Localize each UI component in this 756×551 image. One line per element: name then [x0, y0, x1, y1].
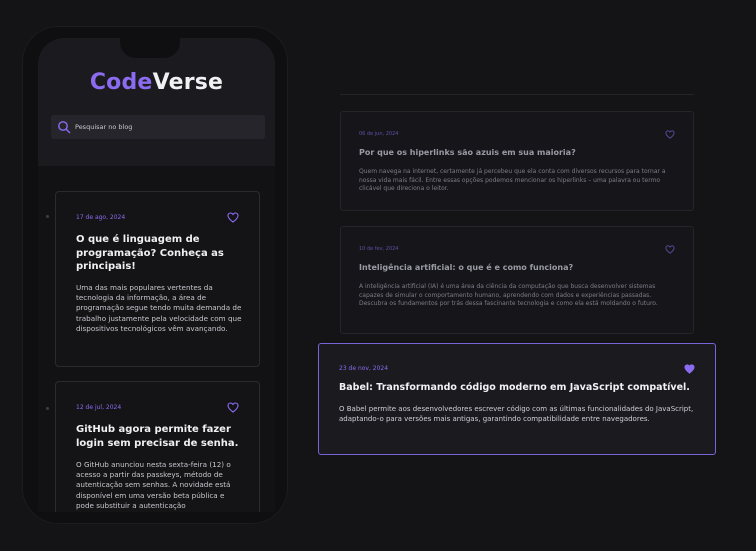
phone-notch [120, 38, 180, 58]
brand-part-code: Code [89, 70, 153, 95]
post-description: A inteligência artificial (IA) é uma áre… [359, 283, 658, 308]
search-input[interactable] [75, 117, 260, 137]
post-date: 06 de jun, 2024 [359, 131, 399, 137]
brand-part-verse: Verse [152, 70, 224, 95]
heart-icon[interactable] [227, 402, 239, 413]
post-title[interactable]: O que é linguagem de programação? Conheç… [76, 233, 242, 274]
post-description: O Babel permite aos desenvolvedores escr… [339, 405, 694, 423]
search-bar[interactable] [51, 115, 265, 139]
heart-icon[interactable] [665, 130, 675, 139]
timeline-dot [46, 407, 49, 410]
search-icon [58, 121, 71, 134]
post-title[interactable]: Inteligência artificial: o que é e como … [359, 263, 573, 272]
previous-card-edge [340, 94, 694, 97]
post-date: 12 de jul, 2024 [76, 404, 122, 411]
timeline-dot [46, 215, 49, 218]
post-title[interactable]: Por que os hiperlinks são azuis em sua m… [359, 148, 576, 157]
brand-logo[interactable]: CodeVerse [38, 70, 275, 95]
phone-screen: CodeVerse 17 de ago, 2024 O que é lingua… [38, 38, 275, 512]
post-card[interactable]: 12 de jul, 2024 GitHub agora permite faz… [55, 381, 260, 512]
post-date: 17 de ago, 2024 [76, 214, 126, 221]
heart-icon[interactable] [227, 212, 239, 223]
heart-icon[interactable] [665, 245, 675, 254]
post-card-highlighted[interactable]: 23 de nov, 2024 Babel: Transformando cód… [318, 343, 716, 455]
post-description: O GitHub anunciou nesta sexta-feira (12)… [76, 460, 231, 510]
heart-filled-icon[interactable] [684, 364, 695, 374]
post-date: 10 de fev, 2024 [359, 246, 399, 252]
post-description: Quem navega na internet, certamente já p… [359, 168, 666, 193]
post-title[interactable]: Babel: Transformando código moderno em J… [339, 382, 690, 393]
post-card[interactable]: 17 de ago, 2024 O que é linguagem de pro… [55, 191, 260, 367]
post-date: 23 de nov, 2024 [339, 365, 389, 372]
post-title[interactable]: GitHub agora permite fazer login sem pre… [76, 423, 242, 450]
post-description: Uma das mais populares vertentes da tecn… [76, 283, 242, 333]
post-card[interactable]: 10 de fev, 2024 Inteligência artificial:… [340, 226, 694, 334]
post-card[interactable]: 06 de jun, 2024 Por que os hiperlinks sã… [340, 111, 694, 211]
